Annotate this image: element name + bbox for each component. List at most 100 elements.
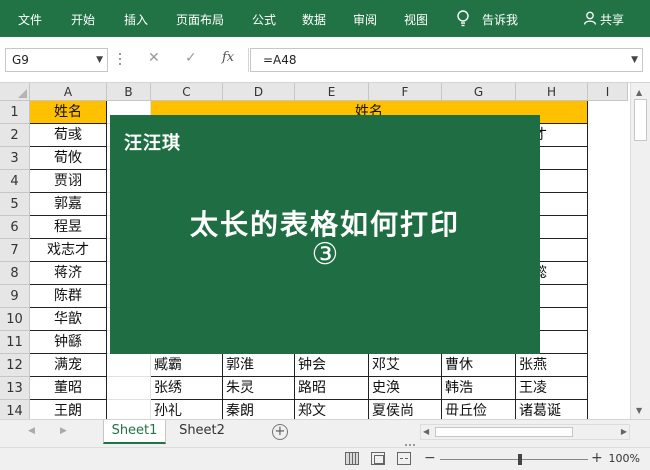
cell-h12[interactable]: 张燕 bbox=[516, 354, 588, 377]
tab-review[interactable]: 审阅 bbox=[353, 11, 377, 28]
cell-c12[interactable]: 臧霸 bbox=[151, 354, 223, 377]
cell-a10[interactable]: 华歆 bbox=[30, 308, 107, 331]
person-icon[interactable] bbox=[583, 11, 597, 25]
overlay-author: 汪汪琪 bbox=[124, 133, 181, 154]
tab-view[interactable]: 视图 bbox=[404, 11, 428, 28]
column-header-h[interactable]: H bbox=[516, 83, 588, 101]
column-header-b[interactable]: B bbox=[107, 83, 151, 101]
cell-f13[interactable]: 史涣 bbox=[369, 377, 442, 400]
cell-d14[interactable]: 秦朗 bbox=[223, 400, 295, 419]
row-header-3[interactable]: 3 bbox=[0, 147, 30, 170]
cell-a4[interactable]: 贾诩 bbox=[30, 170, 107, 193]
cell-c13[interactable]: 张绣 bbox=[151, 377, 223, 400]
cell-g14[interactable]: 毌丘俭 bbox=[442, 400, 516, 419]
share-button[interactable]: 共享 bbox=[600, 11, 624, 28]
sheet-next-icon[interactable]: ▶ bbox=[60, 426, 67, 436]
tab-formulas[interactable]: 公式 bbox=[252, 11, 276, 28]
tab-data[interactable]: 数据 bbox=[302, 11, 326, 28]
cancel-icon[interactable]: ✕ bbox=[148, 50, 160, 66]
row-header-5[interactable]: 5 bbox=[0, 193, 30, 216]
tell-me-search[interactable]: 告诉我 bbox=[482, 11, 518, 28]
row-header-8[interactable]: 8 bbox=[0, 262, 30, 285]
cell-h14[interactable]: 诸葛诞 bbox=[516, 400, 588, 419]
cell-h13[interactable]: 王凌 bbox=[516, 377, 588, 400]
column-header-g[interactable]: G bbox=[442, 83, 516, 101]
cell-d13[interactable]: 朱灵 bbox=[223, 377, 295, 400]
chevron-down-icon[interactable]: ▼ bbox=[631, 49, 638, 71]
row-header-7[interactable]: 7 bbox=[0, 239, 30, 262]
zoom-level[interactable]: 100% bbox=[600, 452, 640, 465]
name-box[interactable]: G9 ▼ bbox=[5, 48, 108, 72]
scroll-down-icon[interactable]: ▼ bbox=[636, 406, 642, 415]
column-header-c[interactable]: C bbox=[151, 83, 223, 101]
tab-file[interactable]: 文件 bbox=[18, 11, 42, 28]
cell-d12[interactable]: 郭淮 bbox=[223, 354, 295, 377]
row-header-4[interactable]: 4 bbox=[0, 170, 30, 193]
tab-home[interactable]: 开始 bbox=[71, 11, 95, 28]
column-header-a[interactable]: A bbox=[30, 83, 107, 101]
tab-page-layout[interactable]: 页面布局 bbox=[176, 11, 224, 28]
column-header-e[interactable]: E bbox=[295, 83, 369, 101]
zoom-slider-knob[interactable] bbox=[518, 454, 522, 465]
cell-e14[interactable]: 郑文 bbox=[295, 400, 369, 419]
cell-a1[interactable]: 姓名 bbox=[30, 101, 107, 124]
scroll-right-icon[interactable]: ▶ bbox=[621, 427, 627, 436]
row-header-13[interactable]: 13 bbox=[0, 377, 30, 400]
cell-a2[interactable]: 荀彧 bbox=[30, 124, 107, 147]
page-break-view-icon[interactable] bbox=[397, 452, 411, 465]
cell-a12[interactable]: 满宠 bbox=[30, 354, 107, 377]
row-header-10[interactable]: 10 bbox=[0, 308, 30, 331]
cell-e12[interactable]: 钟会 bbox=[295, 354, 369, 377]
column-header-d[interactable]: D bbox=[223, 83, 295, 101]
cell-a8[interactable]: 蒋济 bbox=[30, 262, 107, 285]
cell-g12[interactable]: 曹休 bbox=[442, 354, 516, 377]
cell-f12[interactable]: 邓艾 bbox=[369, 354, 442, 377]
insert-function-icon[interactable]: fx bbox=[222, 50, 234, 65]
scroll-thumb[interactable] bbox=[634, 99, 647, 141]
cell-b14[interactable] bbox=[107, 400, 151, 419]
normal-view-icon[interactable] bbox=[345, 452, 359, 465]
row-header-1[interactable]: 1 bbox=[0, 101, 30, 124]
cell-f14[interactable]: 夏侯尚 bbox=[369, 400, 442, 419]
row-header-9[interactable]: 9 bbox=[0, 285, 30, 308]
row-header-12[interactable]: 12 bbox=[0, 354, 30, 377]
cell-a6[interactable]: 程昱 bbox=[30, 216, 107, 239]
cell-a13[interactable]: 董昭 bbox=[30, 377, 107, 400]
sheet-prev-icon[interactable]: ◀ bbox=[28, 426, 35, 436]
row-header-6[interactable]: 6 bbox=[0, 216, 30, 239]
cell-a11[interactable]: 钟繇 bbox=[30, 331, 107, 354]
zoom-slider[interactable] bbox=[440, 459, 588, 460]
zoom-out-icon[interactable]: − bbox=[424, 450, 436, 466]
column-header-i[interactable]: I bbox=[588, 83, 628, 101]
sheet-tab-sheet1[interactable]: Sheet1 bbox=[103, 420, 166, 444]
cell-b13[interactable] bbox=[107, 377, 151, 400]
cell-a14[interactable]: 王朗 bbox=[30, 400, 107, 419]
scroll-thumb[interactable] bbox=[435, 427, 573, 437]
resize-handle-icon[interactable] bbox=[119, 53, 122, 67]
cell-a7[interactable]: 戏志才 bbox=[30, 239, 107, 262]
row-header-2[interactable]: 2 bbox=[0, 124, 30, 147]
lightbulb-icon[interactable] bbox=[456, 10, 470, 27]
formula-input[interactable]: =A48 ▼ bbox=[250, 48, 643, 72]
cell-b12[interactable] bbox=[107, 354, 151, 377]
scroll-left-icon[interactable]: ◀ bbox=[423, 427, 429, 436]
cell-g13[interactable]: 韩浩 bbox=[442, 377, 516, 400]
tab-insert[interactable]: 插入 bbox=[124, 11, 148, 28]
add-sheet-icon[interactable]: + bbox=[272, 424, 288, 440]
cell-a9[interactable]: 陈群 bbox=[30, 285, 107, 308]
cell-a3[interactable]: 荀攸 bbox=[30, 147, 107, 170]
cell-a5[interactable]: 郭嘉 bbox=[30, 193, 107, 216]
enter-check-icon[interactable]: ✓ bbox=[185, 50, 197, 66]
cell-e13[interactable]: 路昭 bbox=[295, 377, 369, 400]
column-header-f[interactable]: F bbox=[369, 83, 442, 101]
scroll-up-icon[interactable]: ▲ bbox=[636, 88, 642, 97]
horizontal-scrollbar[interactable]: ◀ ▶ bbox=[420, 424, 630, 440]
page-layout-view-icon[interactable] bbox=[371, 452, 385, 465]
row-header-11[interactable]: 11 bbox=[0, 331, 30, 354]
cell-c14[interactable]: 孙礼 bbox=[151, 400, 223, 419]
vertical-scrollbar[interactable]: ▲ ▼ bbox=[630, 83, 650, 419]
select-all-button[interactable] bbox=[0, 83, 30, 101]
row-header-14[interactable]: 14 bbox=[0, 400, 30, 419]
sheet-tab-sheet2[interactable]: Sheet2 bbox=[170, 420, 234, 444]
chevron-down-icon[interactable]: ▼ bbox=[96, 49, 103, 71]
